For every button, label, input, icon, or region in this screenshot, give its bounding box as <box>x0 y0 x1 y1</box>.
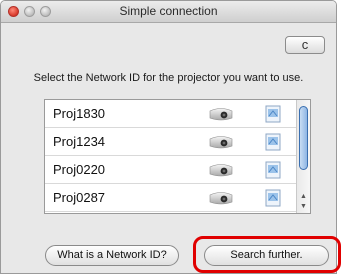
scroll-down-arrow-icon[interactable]: ▼ <box>299 202 308 212</box>
projector-name: Proj1830 <box>53 106 106 121</box>
projector-icon <box>209 192 233 205</box>
projector-row[interactable]: Proj1234 <box>45 128 297 156</box>
projector-row[interactable]: Proj1830 <box>45 100 297 128</box>
refresh-button[interactable]: c <box>285 36 325 54</box>
projector-row[interactable]: Proj0220 <box>45 156 297 184</box>
projector-icon <box>209 136 233 149</box>
instruction-text: Select the Network ID for the projector … <box>33 72 304 84</box>
vertical-scrollbar[interactable]: ▲ ▼ <box>296 100 310 213</box>
projector-icon <box>209 164 233 177</box>
info-document-icon[interactable] <box>265 161 281 179</box>
scroll-up-arrow-icon[interactable]: ▲ <box>299 192 308 202</box>
projector-list[interactable]: Proj1830 Proj1234 Proj0220 Proj0287 ▲ ▼ <box>44 99 311 214</box>
refresh-icon: c <box>301 37 309 52</box>
info-document-icon[interactable] <box>265 189 281 207</box>
projector-row[interactable]: Proj0287 <box>45 184 297 212</box>
info-document-icon[interactable] <box>265 105 281 123</box>
window-title: Simple connection <box>119 4 218 18</box>
what-is-network-id-button[interactable]: What is a Network ID? <box>45 245 179 266</box>
projector-name: Proj0220 <box>53 162 106 177</box>
projector-icon <box>209 108 233 121</box>
info-document-icon[interactable] <box>265 133 281 151</box>
scrollbar-thumb[interactable] <box>299 106 308 170</box>
search-further-highlight <box>193 236 341 273</box>
simple-connection-window: Simple connection c Select the Network I… <box>0 0 337 274</box>
projector-name: Proj1234 <box>53 134 106 149</box>
projector-name: Proj0287 <box>53 190 106 205</box>
title-bar: Simple connection <box>1 1 336 23</box>
